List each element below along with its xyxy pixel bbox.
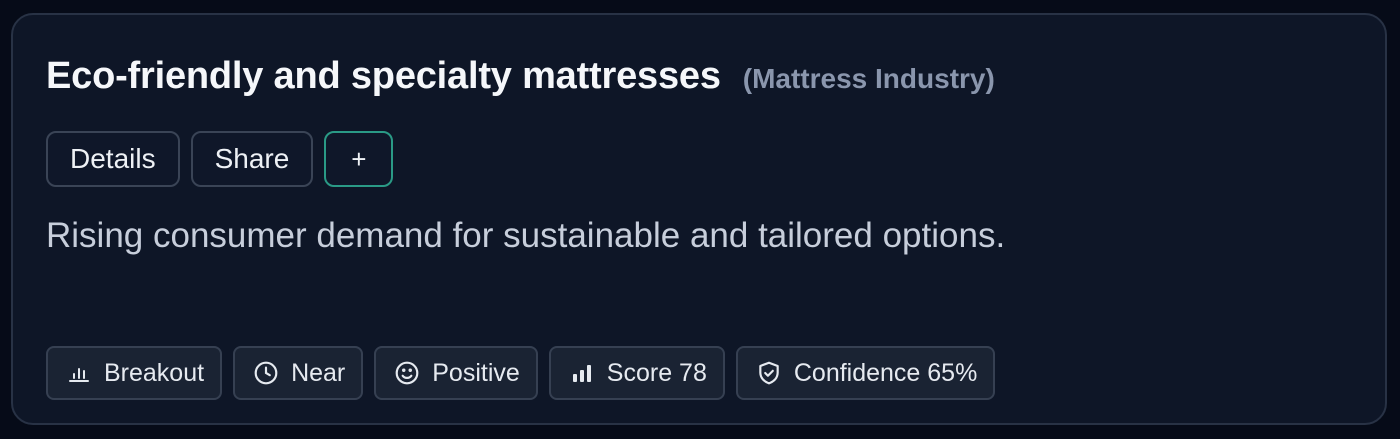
smiley-icon: [394, 360, 420, 386]
tag-confidence: Confidence 65%: [735, 346, 996, 400]
action-buttons: Details Share +: [46, 131, 394, 187]
details-button[interactable]: Details: [46, 131, 180, 187]
tag-positive: Positive: [374, 346, 538, 400]
tag-label: Positive: [432, 358, 520, 387]
card-category: (Mattress Industry): [742, 63, 995, 94]
card-description: Rising consumer demand for sustainable a…: [46, 216, 1006, 255]
tag-near: Near: [233, 346, 364, 400]
card-title: Eco-friendly and specialty mattresses: [46, 55, 721, 97]
add-button[interactable]: +: [324, 131, 394, 187]
tag-label: Confidence 65%: [793, 358, 978, 387]
bar-chart-icon: [66, 360, 92, 386]
tag-list: Breakout Near Positive Score 78 Confiden…: [46, 346, 996, 400]
clock-icon: [253, 360, 279, 386]
share-button[interactable]: Share: [190, 131, 314, 187]
tag-label: Breakout: [104, 358, 205, 387]
tag-label: Score 78: [606, 358, 707, 387]
tag-label: Near: [291, 358, 346, 387]
tag-score: Score 78: [548, 346, 725, 400]
trend-card: Eco-friendly and specialty mattresses (M…: [11, 13, 1387, 425]
tag-breakout: Breakout: [46, 346, 223, 400]
title-row: Eco-friendly and specialty mattresses (M…: [46, 55, 995, 98]
shield-check-icon: [756, 360, 782, 386]
signal-bars-icon: [569, 360, 595, 386]
